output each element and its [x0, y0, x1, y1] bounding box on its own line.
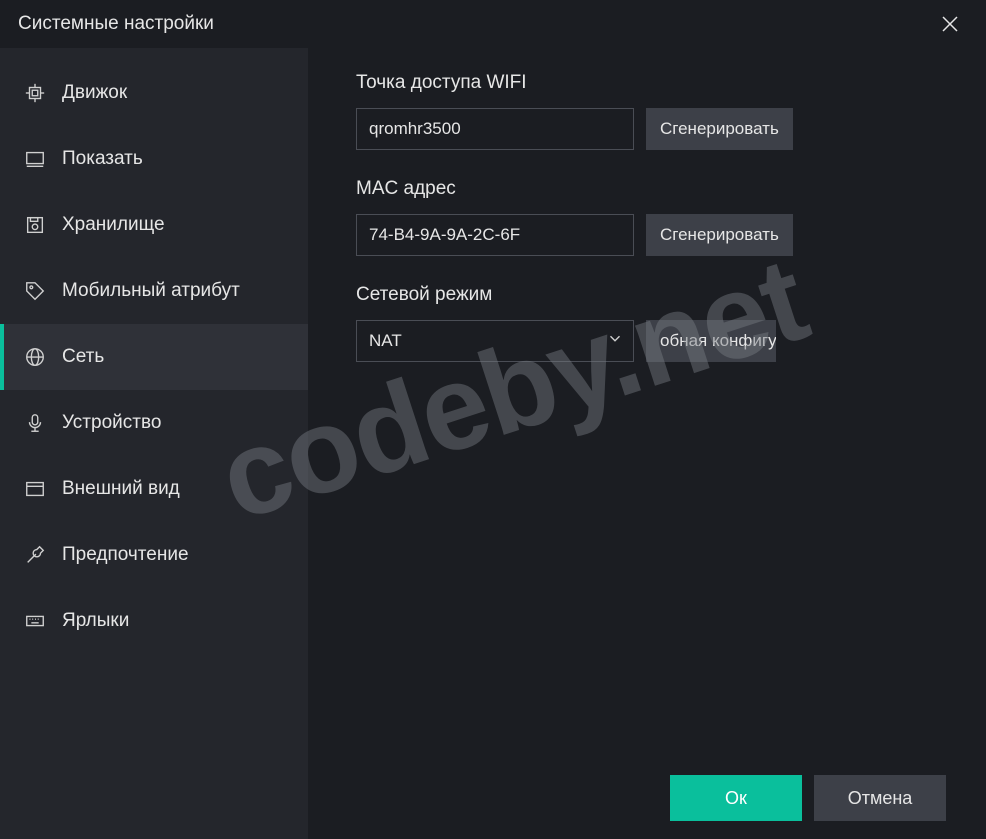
sidebar-item-label: Движок [62, 82, 127, 104]
window-icon [24, 478, 46, 500]
content-panel: Точка доступа WIFI Сгенерировать MAC адр… [308, 48, 986, 839]
mac-generate-button[interactable]: Сгенерировать [646, 214, 793, 256]
keyboard-icon [24, 610, 46, 632]
sidebar-item-device[interactable]: Устройство [0, 390, 308, 456]
save-icon [24, 214, 46, 236]
sidebar-item-preference[interactable]: Предпочтение [0, 522, 308, 588]
sidebar-item-shortcuts[interactable]: Ярлыки [0, 588, 308, 654]
wifi-generate-button[interactable]: Сгенерировать [646, 108, 793, 150]
wifi-field-group: Точка доступа WIFI Сгенерировать [356, 72, 946, 150]
wifi-input[interactable] [356, 108, 634, 150]
sidebar-item-storage[interactable]: Хранилище [0, 192, 308, 258]
mode-config-button[interactable]: обная конфигур [646, 320, 776, 362]
sidebar-item-appearance[interactable]: Внешний вид [0, 456, 308, 522]
wrench-icon [24, 544, 46, 566]
mac-field-group: MAC адрес Сгенерировать [356, 178, 946, 256]
titlebar: Системные настройки [0, 0, 986, 48]
cpu-icon [24, 82, 46, 104]
cancel-button[interactable]: Отмена [814, 775, 946, 821]
sidebar-item-label: Показать [62, 148, 143, 170]
wifi-label: Точка доступа WIFI [356, 72, 946, 94]
mic-icon [24, 412, 46, 434]
window-title: Системные настройки [18, 13, 214, 35]
close-button[interactable] [932, 6, 968, 42]
mode-field-group: Сетевой режим NAT обная конфигур [356, 284, 946, 362]
tag-icon [24, 280, 46, 302]
mac-label: MAC адрес [356, 178, 946, 200]
sidebar-item-label: Мобильный атрибут [62, 280, 240, 302]
sidebar: Движок Показать Хранилище Мобильный атри… [0, 48, 308, 839]
globe-icon [24, 346, 46, 368]
close-icon [941, 15, 959, 33]
sidebar-item-mobile-attr[interactable]: Мобильный атрибут [0, 258, 308, 324]
sidebar-item-label: Хранилище [62, 214, 165, 236]
mode-select[interactable]: NAT [356, 320, 634, 362]
sidebar-item-display[interactable]: Показать [0, 126, 308, 192]
sidebar-item-label: Предпочтение [62, 544, 189, 566]
sidebar-item-label: Сеть [62, 346, 104, 368]
mode-label: Сетевой режим [356, 284, 946, 306]
mac-input[interactable] [356, 214, 634, 256]
ok-button[interactable]: Ок [670, 775, 802, 821]
footer: Ок Отмена [356, 775, 946, 839]
sidebar-item-label: Внешний вид [62, 478, 180, 500]
display-icon [24, 148, 46, 170]
mode-value: NAT [369, 331, 402, 351]
sidebar-item-network[interactable]: Сеть [0, 324, 308, 390]
sidebar-item-label: Ярлыки [62, 610, 129, 632]
sidebar-item-engine[interactable]: Движок [0, 60, 308, 126]
sidebar-item-label: Устройство [62, 412, 161, 434]
